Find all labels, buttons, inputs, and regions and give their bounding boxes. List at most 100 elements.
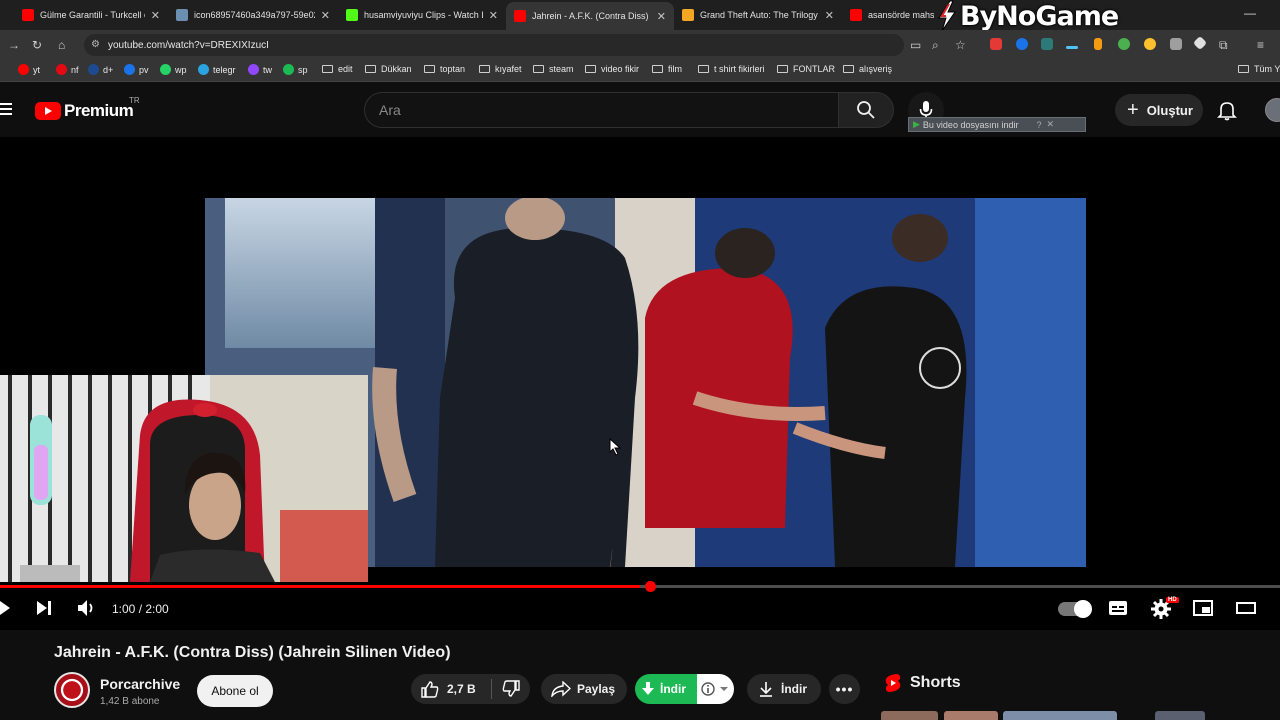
subscribe-button[interactable]: Abone ol — [197, 675, 273, 707]
bookmark-item[interactable]: tw — [248, 64, 272, 75]
download-options-dropdown[interactable] — [697, 674, 734, 704]
more-actions-button[interactable]: ••• — [829, 674, 860, 704]
extension-icon[interactable] — [1144, 38, 1156, 50]
extensions-puzzle-icon[interactable]: ⧉ — [1219, 38, 1228, 53]
channel-avatar[interactable] — [54, 672, 90, 708]
browser-tab[interactable]: Gülme Garantili - Turkcell çekm ✕ — [14, 4, 168, 26]
autoplay-toggle[interactable] — [1058, 600, 1092, 618]
notifications-bell-icon[interactable] — [1216, 99, 1238, 121]
bookmark-label: toptan — [440, 64, 466, 74]
youtube-favicon-icon — [850, 9, 862, 21]
bookmark-item[interactable]: pv — [124, 64, 149, 75]
bookmark-item[interactable]: FONTLAR — [777, 64, 835, 74]
minimize-icon[interactable]: — — [1244, 6, 1256, 20]
search-button[interactable] — [838, 92, 894, 128]
bookmark-item[interactable]: toptan — [424, 64, 465, 74]
close-hint-icon[interactable]: ✕ — [1047, 119, 1055, 130]
miniplayer-button[interactable] — [1192, 598, 1214, 618]
bookmark-item[interactable]: video fikir — [585, 64, 639, 74]
shield-extension-icon[interactable] — [1170, 38, 1182, 50]
bookmark-label: t shirt fikirleri — [714, 64, 765, 74]
download-hint-help[interactable]: ? — [1036, 120, 1041, 130]
close-tab-icon[interactable]: ✕ — [321, 9, 330, 22]
all-bookmarks-folder[interactable]: Tüm Ye — [1238, 64, 1280, 74]
subtitles-button[interactable] — [1107, 598, 1129, 618]
bookmark-label: Dükkan — [381, 64, 412, 74]
bookmark-item[interactable]: alışveriş — [843, 64, 892, 74]
short-thumbnail[interactable] — [1003, 711, 1117, 720]
browser-tab-active[interactable]: Jahrein - A.F.K. (Contra Diss) (Ja ✕ — [506, 2, 674, 30]
bookmark-item[interactable]: wp — [160, 64, 187, 75]
folder-icon — [479, 65, 490, 73]
bookmark-item[interactable]: film — [652, 64, 682, 74]
download-extension-label: İndir — [660, 682, 686, 696]
browser-tab[interactable]: husamviyuviyu Clips - Watch Li ✕ — [338, 4, 506, 26]
bookmark-item[interactable]: sp — [283, 64, 308, 75]
close-tab-icon[interactable]: ✕ — [489, 9, 498, 22]
bookmark-item[interactable]: kıyafet — [479, 64, 522, 74]
bookmark-label: pv — [139, 64, 149, 75]
short-thumbnail[interactable] — [1155, 711, 1205, 720]
reload-icon[interactable]: ↻ — [32, 38, 42, 52]
bookmark-item[interactable]: yt — [18, 64, 40, 75]
browser-tab[interactable]: icon68957460a349a797-59e02a ✕ — [168, 4, 338, 26]
site-info-icon[interactable]: ⚙ — [91, 39, 100, 50]
scrubber-handle[interactable] — [645, 581, 656, 592]
forward-icon[interactable]: → — [8, 38, 20, 52]
progress-bar[interactable] — [0, 585, 1280, 588]
reading-list-icon[interactable]: ≡ — [1257, 38, 1264, 52]
mute-button[interactable] — [76, 598, 98, 618]
download-button[interactable]: İndir — [747, 674, 821, 704]
hd-badge: HD — [1166, 597, 1179, 603]
menu-icon[interactable] — [0, 103, 12, 118]
tab-title: icon68957460a349a797-59e02a — [194, 10, 315, 20]
theater-icon — [1236, 602, 1256, 614]
like-button[interactable]: 2,7 B — [411, 680, 491, 698]
bookmark-label: Tüm Ye — [1254, 64, 1280, 74]
short-thumbnail[interactable] — [944, 711, 998, 720]
bookmark-label: edit — [338, 64, 353, 74]
folder-icon — [365, 65, 376, 73]
extension-icon[interactable] — [1066, 46, 1078, 49]
create-button[interactable]: + Oluştur — [1115, 94, 1203, 126]
zoom-icon[interactable]: ⌕ — [932, 38, 939, 53]
close-tab-icon[interactable]: ✕ — [825, 9, 834, 22]
cast-icon[interactable]: ▭ — [910, 38, 921, 52]
bookmark-item[interactable]: steam — [533, 64, 574, 74]
extension-icon[interactable] — [1016, 38, 1028, 50]
bookmark-star-icon[interactable]: ☆ — [955, 38, 966, 52]
bookmark-label: video fikir — [601, 64, 640, 74]
bookmark-item[interactable]: nf — [56, 64, 79, 75]
folder-icon — [585, 65, 596, 73]
bookmark-item[interactable]: t shirt fikirleri — [698, 64, 765, 74]
close-tab-icon[interactable]: ✕ — [657, 10, 666, 23]
adblock-extension-icon[interactable] — [990, 38, 1002, 50]
browser-tab[interactable]: Grand Theft Auto: The Trilogy - ✕ — [674, 4, 842, 26]
download-extension-button[interactable]: İndir — [635, 674, 697, 704]
close-tab-icon[interactable]: ✕ — [151, 9, 160, 22]
bookmark-favicon-icon — [160, 64, 171, 75]
channel-name[interactable]: Porcarchive — [100, 676, 180, 692]
browser-tab[interactable]: asansörde mahsur — [842, 4, 942, 26]
next-button[interactable] — [34, 598, 54, 618]
short-thumbnail[interactable] — [881, 711, 938, 720]
home-icon[interactable]: ⌂ — [58, 38, 65, 52]
extension-icon[interactable] — [1094, 38, 1102, 50]
bookmark-item[interactable]: telegr — [198, 64, 236, 75]
bookmark-label: film — [668, 64, 682, 74]
bookmark-item[interactable]: edit — [322, 64, 353, 74]
play-button[interactable] — [0, 598, 12, 618]
dislike-button[interactable] — [492, 680, 520, 698]
bookmark-item[interactable]: Dükkan — [365, 64, 412, 74]
tab-title: Jahrein - A.F.K. (Contra Diss) (Ja — [532, 11, 651, 21]
search-input[interactable]: Ara — [364, 92, 839, 128]
url-field[interactable]: ⚙ youtube.com/watch?v=DREXIXIzucI — [84, 34, 904, 56]
extension-icon[interactable] — [1118, 38, 1130, 50]
bookmark-item[interactable]: d+ — [88, 64, 113, 75]
theater-mode-button[interactable] — [1235, 598, 1257, 618]
share-button[interactable]: Paylaş — [541, 674, 627, 704]
download-video-hint[interactable]: ▶ Bu video dosyasını indir ? ✕ — [908, 117, 1086, 132]
youtube-premium-logo[interactable]: Premium TR — [35, 96, 140, 121]
download-icon — [760, 682, 772, 697]
extension-icon[interactable] — [1041, 38, 1053, 50]
